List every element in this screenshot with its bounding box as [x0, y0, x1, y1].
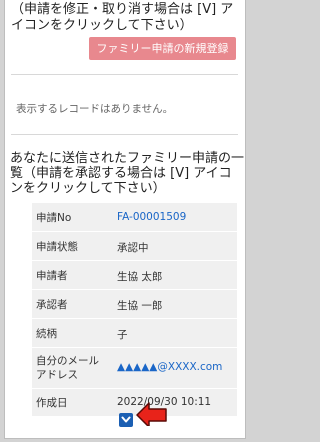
- row-approver: 承認者 生協 一郎: [32, 289, 237, 319]
- new-family-application-button[interactable]: ファミリー申請の新規登録: [89, 37, 236, 60]
- row-application-no: 申請No FA-00001509: [32, 202, 237, 232]
- divider: [11, 134, 238, 135]
- row-application-status: 申請状態 承認中: [32, 231, 237, 261]
- approve-expand-button[interactable]: [119, 413, 133, 427]
- divider: [11, 74, 238, 75]
- application-status-value: 承認中: [117, 242, 149, 254]
- page-frame: （申請を修正・取り消す場合は [V] アイコンをクリックして下さい） ファミリー…: [4, 0, 246, 439]
- pointer-arrow-icon: [136, 402, 167, 426]
- chevron-down-icon: [121, 416, 131, 423]
- label-applicant: 申請者: [36, 270, 68, 282]
- label-relationship: 続柄: [36, 328, 57, 340]
- row-relationship: 続柄 子: [32, 318, 237, 348]
- email-value: ▲▲▲▲▲@XXXX.com: [117, 361, 223, 373]
- label-approver: 承認者: [36, 299, 68, 311]
- edit-instruction-text: （申請を修正・取り消す場合は [V] アイコンをクリックして下さい）: [11, 2, 234, 33]
- label-created-date: 作成日: [36, 397, 68, 409]
- application-record-card: 申請No FA-00001509 申請状態 承認中 申請者 生協 太郎 承認者 …: [32, 202, 237, 416]
- approver-value: 生協 一郎: [117, 300, 163, 312]
- relationship-value: 子: [117, 329, 128, 341]
- received-applications-heading: あなたに送信されたファミリー申請の一覧（申請を承認する場合は [V] アイコンを…: [10, 151, 245, 196]
- application-no-link[interactable]: FA-00001509: [117, 211, 186, 223]
- label-application-no: 申請No: [36, 212, 72, 224]
- empty-records-message: 表示するレコードはありません。: [16, 103, 174, 115]
- label-email: 自分のメールアドレス: [36, 355, 99, 381]
- applicant-value: 生協 太郎: [117, 271, 163, 283]
- row-email: 自分のメールアドレス ▲▲▲▲▲@XXXX.com: [32, 347, 237, 389]
- label-application-status: 申請状態: [36, 241, 78, 253]
- row-applicant: 申請者 生協 太郎: [32, 260, 237, 290]
